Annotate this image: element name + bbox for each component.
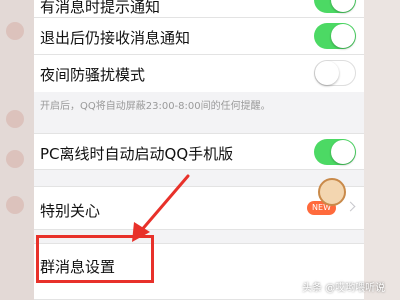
toggle-knob [331, 24, 355, 48]
night-mode-toggle[interactable] [314, 60, 356, 86]
background-avatar [6, 150, 24, 168]
background-avatar [6, 196, 24, 214]
exit-receive-toggle[interactable] [314, 23, 356, 49]
background-avatar [6, 110, 24, 128]
highlight-box [36, 235, 154, 283]
watermark: 头条 @哎哟喂听说 [302, 283, 386, 294]
background-app-right [364, 0, 400, 300]
toggle-knob [331, 140, 355, 164]
settings-row-top-partial[interactable]: 有消息时提示通知 [34, 0, 364, 18]
arrow-shaft [138, 174, 190, 234]
night-mode-label: 夜间防骚扰模式 [40, 66, 146, 84]
settings-row-exit-receive[interactable]: 退出后仍接收消息通知 [34, 18, 364, 55]
special-care-label: 特别关心 [40, 202, 101, 220]
pc-offline-toggle[interactable] [314, 139, 356, 165]
top-partial-label: 有消息时提示通知 [40, 0, 161, 16]
top-partial-toggle[interactable] [314, 0, 356, 13]
toggle-knob [331, 0, 355, 12]
background-avatar [6, 22, 24, 40]
chevron-right-icon [345, 201, 356, 212]
sticker-avatar-icon [318, 178, 346, 206]
exit-receive-label: 退出后仍接收消息通知 [40, 29, 191, 47]
toggle-knob [315, 61, 339, 85]
night-mode-hint: 开启后，QQ将自动屏蔽23:00-8:00间的任何提醒。 [40, 101, 271, 112]
settings-row-pc-offline[interactable]: PC离线时自动启动QQ手机版 [34, 133, 364, 170]
settings-row-night-mode[interactable]: 夜间防骚扰模式 [34, 55, 364, 92]
pc-offline-label: PC离线时自动启动QQ手机版 [40, 145, 234, 163]
background-app-strip [0, 0, 34, 300]
